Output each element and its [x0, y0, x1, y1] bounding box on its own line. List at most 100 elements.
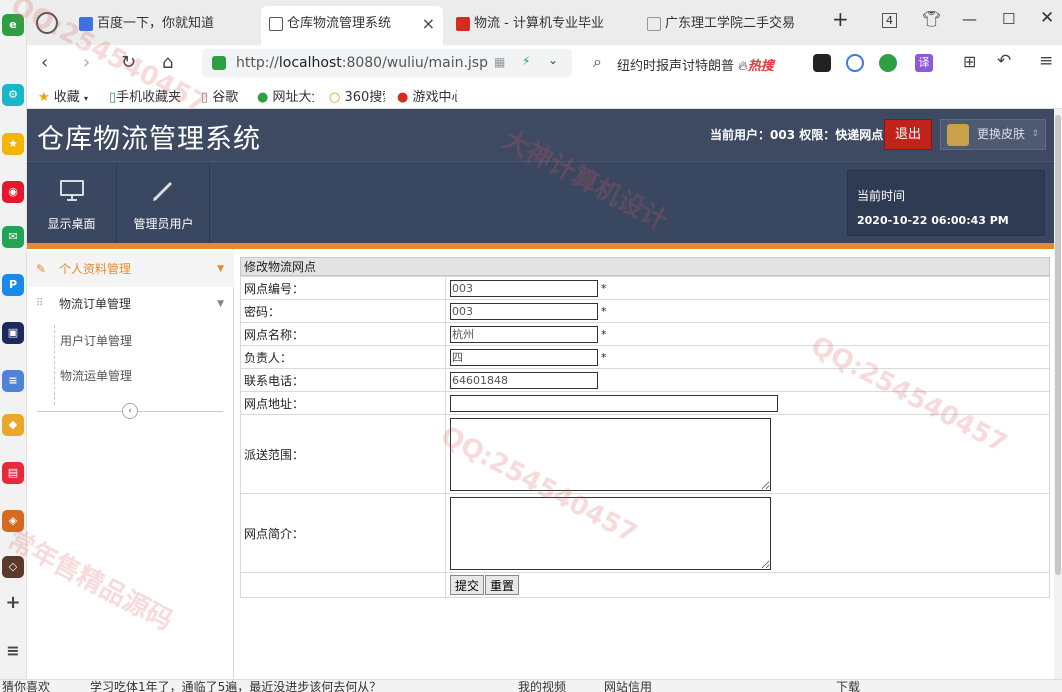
- search-field[interactable]: ⌕ 纽约时报声讨特朗普 🔥︎热搜: [587, 49, 787, 77]
- change-skin-button[interactable]: 更换皮肤 ⇕: [940, 119, 1046, 150]
- delivery-range-label: 派送范围：: [240, 414, 446, 494]
- bookmark-360[interactable]: ○ 360搜索: [329, 86, 385, 105]
- qr-icon[interactable]: ▦: [494, 55, 505, 69]
- close-window-icon[interactable]: ✕: [1040, 8, 1054, 28]
- maximize-icon[interactable]: ☐: [1002, 10, 1015, 28]
- status-download[interactable]: 下载: [836, 680, 860, 692]
- page-scrollbar-thumb[interactable]: [1055, 115, 1061, 575]
- app-launcher-icon[interactable]: ⚙: [2, 84, 24, 106]
- shopping-icon[interactable]: ▤: [2, 462, 24, 484]
- bookmark-mobile[interactable]: ▯手机收藏夹: [109, 86, 181, 105]
- current-time-value: 2020-10-22 06:00:43 PM: [857, 214, 1009, 227]
- left-nav: ✎ 个人资料管理 ▼ ⠿ 物流订单管理 ▼ 用户订单管理 物流运单管理 ‹: [27, 249, 234, 679]
- phone-label: 联系电话：: [240, 368, 446, 392]
- url-path: :8080/wuliu/main.jsp: [341, 55, 488, 71]
- branch-id-input[interactable]: [450, 279, 598, 297]
- document-icon[interactable]: ≡: [2, 370, 24, 392]
- required-mark: *: [601, 350, 607, 364]
- form-title: 修改物流网点: [240, 257, 1050, 276]
- logout-button[interactable]: 退出: [884, 119, 932, 150]
- home-icon[interactable]: ⌂: [162, 52, 173, 73]
- refresh-icon[interactable]: ↻: [121, 52, 136, 73]
- forward-icon[interactable]: ›: [83, 52, 90, 73]
- delivery-range-textarea[interactable]: [450, 417, 771, 491]
- red-favicon-icon: [456, 17, 470, 31]
- branch-name-label: 网点名称：: [240, 322, 446, 346]
- form-row: 网点地址：: [240, 391, 1050, 415]
- phone-input[interactable]: [450, 371, 598, 389]
- payment-icon[interactable]: P: [2, 274, 24, 296]
- tab-baidu[interactable]: 百度一下，你就知道: [71, 6, 256, 45]
- browser-logo-icon[interactable]: e: [2, 14, 24, 36]
- required-mark: *: [601, 327, 607, 341]
- nav-caret-icon: ▼: [217, 264, 224, 274]
- nav-sub-user-orders[interactable]: 用户订单管理: [60, 332, 132, 349]
- game3-icon[interactable]: ◇: [2, 556, 24, 578]
- pencil-icon: [153, 181, 173, 201]
- submit-button[interactable]: 提交: [450, 575, 485, 595]
- form-row: 网点简介：: [240, 493, 1050, 573]
- manager-input[interactable]: [450, 348, 598, 366]
- back-icon[interactable]: ‹: [41, 52, 48, 73]
- monitor-icon: [60, 180, 84, 201]
- tab-count-badge[interactable]: 4: [882, 13, 897, 28]
- skin-shirt-icon[interactable]: 👕︎: [922, 10, 941, 28]
- game2-icon[interactable]: ◈: [2, 510, 24, 532]
- branch-name-input[interactable]: [450, 325, 598, 343]
- submenu-guide-line: [54, 325, 55, 405]
- extension-icon[interactable]: [813, 54, 831, 72]
- bookmark-sites[interactable]: ● 网址大全: [257, 86, 314, 105]
- form-row: 密码： *: [240, 299, 1050, 323]
- status-my-videos[interactable]: 我的视频: [518, 680, 566, 692]
- required-mark: *: [601, 304, 607, 318]
- favorites-star-icon[interactable]: ★: [2, 133, 24, 155]
- undo-icon[interactable]: ↶: [997, 51, 1011, 71]
- grid-dots-icon: ⠿: [36, 298, 44, 309]
- mail-icon[interactable]: ✉: [2, 226, 24, 248]
- admin-user-button[interactable]: 管理员用户: [118, 162, 210, 244]
- bookmark-favorites[interactable]: ★ 收藏 ▾: [38, 86, 88, 105]
- password-input[interactable]: [450, 302, 598, 320]
- game-icon[interactable]: ◆: [2, 414, 24, 436]
- menu-icon[interactable]: ≡: [2, 640, 24, 662]
- current-user-info: 当前用户：003 权限：快递网点: [710, 128, 884, 142]
- dropdown-chevron-icon[interactable]: ⌄: [548, 53, 558, 67]
- browser-status-bar: 猜你喜欢 学习吃体1年了，通临了5遍，最近没进步该何去何从？ 我的视频 网站信用…: [0, 679, 1062, 692]
- news-icon[interactable]: ▣: [2, 322, 24, 344]
- tab-wuliu-design[interactable]: 物流 - 计算机专业毕业: [448, 6, 623, 45]
- status-recommend[interactable]: 猜你喜欢: [2, 680, 50, 692]
- wechat-icon[interactable]: [879, 54, 897, 72]
- safety-compass-icon[interactable]: [36, 12, 58, 34]
- adblock-icon[interactable]: [846, 54, 864, 72]
- hot-badge: 🔥︎热搜: [738, 59, 774, 74]
- nav-sub-waybills[interactable]: 物流运单管理: [60, 367, 132, 384]
- new-tab-icon[interactable]: +: [832, 7, 849, 31]
- weibo-icon[interactable]: ◉: [2, 181, 24, 203]
- nav-item-orders[interactable]: ⠿ 物流订单管理 ▼: [27, 286, 234, 322]
- tab-warehouse-system[interactable]: 仓库物流管理系统 ×: [261, 6, 443, 45]
- form-row: 提交 重置: [240, 572, 1050, 598]
- apps-grid-icon[interactable]: ⊞: [963, 52, 976, 71]
- close-tab-icon[interactable]: ×: [422, 6, 435, 42]
- branch-intro-textarea[interactable]: [450, 496, 771, 570]
- browser-menu-icon[interactable]: ≡: [1039, 51, 1053, 71]
- nav-item-profile[interactable]: ✎ 个人资料管理 ▼: [27, 251, 234, 287]
- form-row: 联系电话：: [240, 368, 1050, 392]
- search-query: 纽约时报声讨特朗普: [617, 59, 735, 74]
- address-input[interactable]: [450, 394, 778, 412]
- reset-button[interactable]: 重置: [485, 575, 520, 595]
- collapse-left-icon[interactable]: ‹: [122, 403, 138, 419]
- show-desktop-button[interactable]: 显示桌面: [27, 162, 117, 244]
- browser-tab-bar: 百度一下，你就知道 仓库物流管理系统 × 物流 - 计算机专业毕业 广东理工学院…: [27, 0, 1062, 45]
- minimize-icon[interactable]: —: [962, 10, 977, 28]
- tab-guangdong[interactable]: 广东理工学院二手交易: [639, 6, 799, 45]
- add-icon[interactable]: +: [2, 592, 24, 614]
- status-site-credit[interactable]: 网站信用: [604, 680, 652, 692]
- url-field[interactable]: http://localhost:8080/wuliu/main.jsp ▦ ⚡…: [202, 49, 572, 77]
- lightning-icon[interactable]: ⚡: [522, 54, 530, 68]
- bookmark-games[interactable]: ● 游戏中心: [397, 86, 457, 105]
- admin-user-label: 管理员用户: [133, 217, 194, 231]
- bookmark-google[interactable]: ▯ 谷歌: [201, 86, 238, 105]
- status-news-ticker[interactable]: 学习吃体1年了，通临了5遍，最近没进步该何去何从？: [90, 680, 381, 692]
- translate-icon[interactable]: 译: [915, 54, 933, 72]
